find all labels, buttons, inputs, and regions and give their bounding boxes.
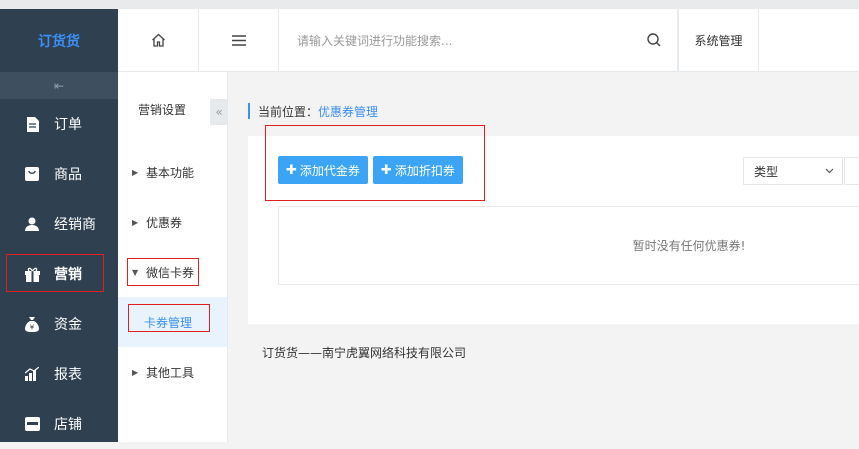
subnav-label: 优惠券 <box>146 215 183 230</box>
nav-label: 资金 <box>54 317 82 333</box>
highlight-box <box>127 258 199 286</box>
nav-item-reports[interactable]: 报表 <box>0 349 118 399</box>
coupon-panel: ✚ 添加代金券 ✚ 添加折扣券 类型 暂时没有任何优惠券! <box>248 125 859 324</box>
subnav-collapse-button[interactable]: « <box>210 99 228 125</box>
button-label: 添加折扣券 <box>394 163 455 178</box>
breadcrumb: 当前位置： 优惠券管理 <box>248 103 378 119</box>
type-select[interactable]: 类型 <box>743 157 843 185</box>
nav-label: 经销商 <box>54 217 96 233</box>
add-cash-coupon-button[interactable]: ✚ 添加代金券 <box>278 156 368 184</box>
breadcrumb-prefix: 当前位置： <box>258 104 319 119</box>
brand-logo[interactable]: 订货货 <box>0 0 118 72</box>
subnav-item-card-management[interactable]: 卡券管理 <box>118 297 227 347</box>
breadcrumb-current[interactable]: 优惠券管理 <box>318 103 378 120</box>
caret-right-icon: ▶ <box>132 167 139 177</box>
svg-text:¥: ¥ <box>30 323 35 331</box>
plus-icon: ✚ <box>380 162 392 178</box>
nav-collapse-toggle[interactable]: ⇤ <box>0 72 118 99</box>
empty-message: 暂时没有任何优惠券! <box>632 239 746 253</box>
empty-state: 暂时没有任何优惠券! <box>278 206 859 285</box>
nav-item-dealers[interactable]: 经销商 <box>0 199 118 249</box>
caret-right-icon: ▶ <box>132 367 139 377</box>
button-label: 添加代金券 <box>299 163 360 178</box>
footer-text: 订货货——南宁虎翼网络科技有限公司 <box>262 346 467 360</box>
nav-label: 店铺 <box>54 417 82 433</box>
action-buttons: ✚ 添加代金券 ✚ 添加折扣券 <box>278 156 463 184</box>
home-button[interactable] <box>118 9 199 71</box>
nav-label: 商品 <box>54 167 82 183</box>
highlight-box <box>128 304 210 332</box>
chart-icon <box>24 366 40 382</box>
file-icon <box>24 116 40 132</box>
filter-next-control[interactable] <box>844 157 859 185</box>
box-icon <box>24 166 40 182</box>
main-content: 当前位置： 优惠券管理 ✚ 添加代金券 ✚ 添加折扣券 类型 暂时没有任何优惠券… <box>228 72 859 442</box>
search-bar[interactable]: 请输入关键词进行功能搜索... <box>279 9 678 71</box>
add-discount-coupon-button[interactable]: ✚ 添加折扣券 <box>372 156 463 184</box>
search-icon[interactable] <box>647 33 661 47</box>
subnav-label: 其他工具 <box>146 365 195 380</box>
user-icon <box>24 216 40 232</box>
left-nav: 订货货 ⇤ 订单 商品 经销商 营销 ¥ 资金 报表 店铺 <box>0 0 118 442</box>
home-icon <box>151 33 165 47</box>
subnav-item-wechat-cards[interactable]: ▼ 微信卡券 <box>118 247 227 297</box>
subnav-label: 基本功能 <box>146 165 195 180</box>
caret-right-icon: ▶ <box>132 217 139 227</box>
nav-label: 报表 <box>54 367 82 383</box>
chevron-down-icon <box>825 168 834 174</box>
nav-item-funds[interactable]: ¥ 资金 <box>0 299 118 349</box>
nav-item-marketing[interactable]: 营销 <box>0 249 118 299</box>
top-bar: 请输入关键词进行功能搜索... 系统管理 <box>118 0 859 72</box>
nav-item-orders[interactable]: 订单 <box>0 99 118 149</box>
plus-icon: ✚ <box>286 162 297 178</box>
subnav-item-basic[interactable]: ▶ 基本功能 <box>118 147 227 197</box>
store-icon <box>24 416 40 432</box>
system-management-link[interactable]: 系统管理 <box>678 9 759 71</box>
nav-label: 订单 <box>54 117 82 133</box>
subnav-item-other-tools[interactable]: ▶ 其他工具 <box>118 347 227 397</box>
menu-collapse-icon: ⇤ <box>53 78 65 93</box>
search-input[interactable]: 请输入关键词进行功能搜索... <box>297 32 452 49</box>
highlight-box <box>6 254 104 292</box>
subnav-item-coupons[interactable]: ▶ 优惠券 <box>118 197 227 247</box>
menu-toggle-button[interactable] <box>199 9 279 71</box>
type-select-value: 类型 <box>754 164 779 179</box>
secondary-sidebar: 营销设置 ▶ 基本功能 ▶ 优惠券 ▼ 微信卡券 卡券管理 ▶ 其他工具 <box>118 72 228 442</box>
nav-item-products[interactable]: 商品 <box>0 149 118 199</box>
hamburger-icon <box>231 34 246 46</box>
moneybag-icon: ¥ <box>24 316 40 332</box>
